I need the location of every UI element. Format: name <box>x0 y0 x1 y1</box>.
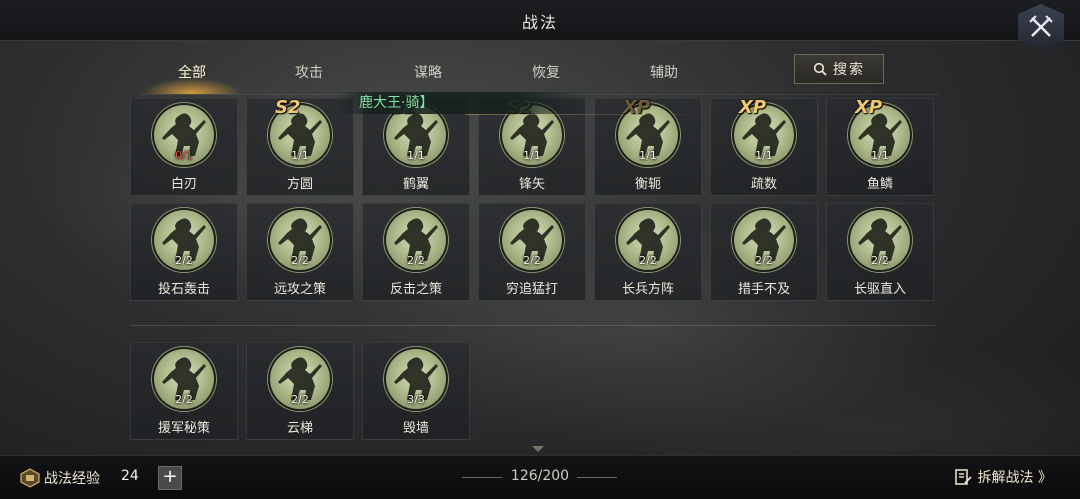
category-tabs: 全部 攻击 谋略 恢复 辅助 <box>132 56 1032 94</box>
dismantle-label: 拆解战法 》 <box>977 470 1052 486</box>
list-edit-icon <box>954 469 972 485</box>
tactic-name: 反击之策 <box>389 282 442 297</box>
tactic-name: 措手不及 <box>737 282 790 297</box>
tactic-icon: 2/2 <box>152 208 216 272</box>
bottom-bar: 战法经验 24 + 126/200 拆解战法 》 <box>0 455 1080 499</box>
capacity-line-right <box>577 477 617 478</box>
tactic-count: 2/2 <box>523 254 541 267</box>
tab-support[interactable]: 辅助 <box>614 56 714 90</box>
section-divider <box>130 325 935 326</box>
tactic-count: 1/1 <box>755 149 773 162</box>
tactic-name: 援军秘策 <box>157 421 210 436</box>
tab-recovery[interactable]: 恢复 <box>496 56 596 90</box>
tab-all[interactable]: 全部 <box>142 56 242 94</box>
season-tag: XP <box>739 97 767 118</box>
tactic-name: 穷追猛打 <box>505 282 558 297</box>
tactic-count: 1/1 <box>523 149 541 162</box>
tactic-card[interactable]: 0/1 白刃 <box>130 98 238 196</box>
tactic-count: 2/2 <box>755 254 773 267</box>
general-banner: 鹿大王·骑】 <box>335 92 715 115</box>
page-title: 战法 <box>521 13 558 32</box>
exp-label: 战法经验 <box>44 471 100 487</box>
tactic-count: 2/2 <box>639 254 657 267</box>
tactic-count: 2/2 <box>291 254 309 267</box>
tactic-card[interactable]: 2/2 长兵方阵 <box>594 203 702 301</box>
tactic-count: 2/2 <box>871 254 889 267</box>
tactic-name: 投石轰击 <box>157 282 210 297</box>
tactic-icon: 2/2 <box>268 347 332 411</box>
tactic-name: 毁墙 <box>402 421 429 436</box>
tactic-count: 1/1 <box>871 149 889 162</box>
tactic-count: 1/1 <box>291 149 309 162</box>
tactic-icon: 0/1 <box>152 103 216 167</box>
top-bar: 战法 <box>0 0 1080 41</box>
search-label: 搜索 <box>833 62 865 78</box>
scroll-down-icon <box>532 446 544 452</box>
exp-book-icon <box>20 468 40 488</box>
capacity-count: 126/200 <box>510 468 570 484</box>
tactic-card[interactable]: 2/2 反击之策 <box>362 203 470 301</box>
tactic-card[interactable]: 1/1 衡轭 XP <box>594 97 702 196</box>
tactic-count: 2/2 <box>175 254 193 267</box>
search-button[interactable]: 搜索 <box>794 54 884 84</box>
tactic-count: 2/2 <box>175 393 193 406</box>
tactic-icon: 3/3 <box>384 347 448 411</box>
add-exp-button[interactable]: + <box>158 466 182 490</box>
tactic-icon: 2/2 <box>500 208 564 272</box>
tactic-count: 2/2 <box>407 254 425 267</box>
tactic-icon: 2/2 <box>268 208 332 272</box>
tactic-count: 3/3 <box>407 393 425 406</box>
tactic-icon: 2/2 <box>616 208 680 272</box>
tactic-count: 1/1 <box>639 149 657 162</box>
season-tag: XP <box>855 97 883 118</box>
tactic-name: 衡轭 <box>634 177 661 192</box>
tactic-card[interactable]: 1/1 鱼鳞 XP <box>826 97 934 196</box>
tactic-name: 鹤翼 <box>402 177 429 192</box>
tactic-name: 白刃 <box>170 177 197 192</box>
tactic-name: 云梯 <box>286 421 313 436</box>
season-tag: S2 <box>275 97 301 118</box>
tactic-icon: 2/2 <box>152 347 216 411</box>
tactic-count: 0/1 <box>175 149 193 162</box>
tactic-card[interactable]: 2/2 云梯 <box>246 342 354 440</box>
tactic-name: 方圆 <box>286 177 313 192</box>
tactic-count: 2/2 <box>291 393 309 406</box>
tactic-name: 鱼鳞 <box>866 177 893 192</box>
tactic-name: 锋矢 <box>518 177 545 192</box>
tactic-name: 长兵方阵 <box>621 282 674 297</box>
tactic-name: 疏数 <box>750 177 777 192</box>
tactic-card[interactable]: 2/2 远攻之策 <box>246 203 354 301</box>
tactic-card[interactable]: 1/1 疏数 XP <box>710 97 818 196</box>
tactic-name: 长驱直入 <box>853 282 906 297</box>
tactic-name: 远攻之策 <box>273 282 326 297</box>
tactic-card[interactable]: 2/2 长驱直入 <box>826 203 934 301</box>
tactic-icon: 2/2 <box>384 208 448 272</box>
tactic-icon: 2/2 <box>732 208 796 272</box>
tab-attack[interactable]: 攻击 <box>259 56 359 90</box>
exp-value: 24 <box>121 468 139 484</box>
dismantle-button[interactable]: 拆解战法 》 <box>954 467 1052 487</box>
tactic-card[interactable]: 2/2 援军秘策 <box>130 342 238 440</box>
tactic-icon: 2/2 <box>848 208 912 272</box>
tab-strategy[interactable]: 谋略 <box>378 56 478 90</box>
tactic-card[interactable]: 2/2 投石轰击 <box>130 203 238 301</box>
search-icon <box>813 62 827 76</box>
tactic-count: 1/1 <box>407 149 425 162</box>
crossed-swords-icon <box>1029 15 1053 37</box>
tactic-card[interactable]: 3/3 毁墙 <box>362 342 470 440</box>
tactic-card[interactable]: 2/2 措手不及 <box>710 203 818 301</box>
tactic-card[interactable]: 2/2 穷追猛打 <box>478 203 586 301</box>
